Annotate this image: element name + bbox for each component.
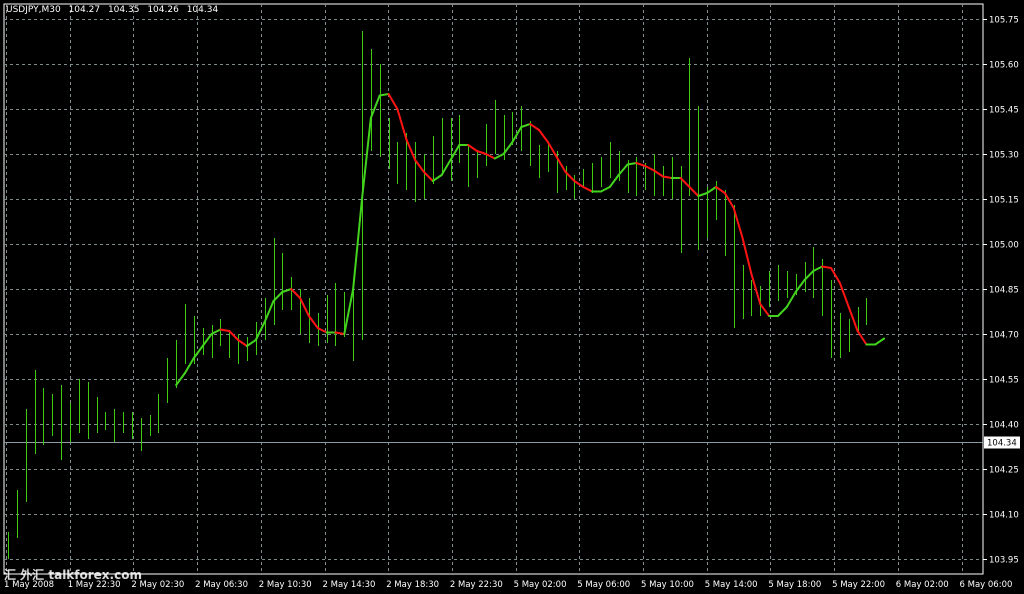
price-tick-label: 105.45 xyxy=(989,106,1019,116)
price-tick-label: 103.95 xyxy=(989,556,1019,566)
chart-canvas[interactable]: 105.75 105.60 105.45 105.30 105.15 105.00 104.… xyxy=(0,0,1024,594)
time-tick-label: 2 May 22:30 xyxy=(450,580,503,590)
price-tick-label: 104.70 xyxy=(989,331,1019,341)
price-tick-label: 104.10 xyxy=(989,511,1019,521)
price-tick-label: 104.25 xyxy=(989,466,1019,476)
close-price: 104.34 xyxy=(186,5,219,15)
current-price-label: 104.34 xyxy=(987,439,1017,449)
price-tick-label: 105.75 xyxy=(989,16,1019,26)
time-tick-label: 5 May 10:00 xyxy=(641,580,694,590)
time-tick-label: 5 May 14:00 xyxy=(705,580,758,590)
time-tick-label: 2 May 06:30 xyxy=(195,580,248,590)
time-tick-label: 2 May 14:30 xyxy=(323,580,376,590)
time-tick-label: 2 May 10:30 xyxy=(259,580,312,590)
price-tick-label: 105.30 xyxy=(989,151,1019,161)
watermark-logo: 汇 外汇 talkforex.com xyxy=(4,568,142,582)
high-price: 104.35 xyxy=(107,5,140,15)
chart-header: USDJPY,M30 104.27 104.35 104.26 104.34 xyxy=(6,5,223,15)
price-tick-label: 104.85 xyxy=(989,286,1019,296)
time-tick-label: 5 May 02:00 xyxy=(514,580,567,590)
time-tick-label: 5 May 18:00 xyxy=(768,580,821,590)
symbol-label: USDJPY,M30 xyxy=(6,5,61,15)
open-price: 104.27 xyxy=(68,5,101,15)
time-tick-label: 2 May 18:30 xyxy=(386,580,439,590)
price-tick-label: 105.60 xyxy=(989,61,1019,71)
time-tick-label: 6 May 06:00 xyxy=(960,580,1013,590)
time-tick-label: 5 May 06:00 xyxy=(577,580,630,590)
time-tick-label: 6 May 02:00 xyxy=(896,580,949,590)
price-tick-label: 104.55 xyxy=(989,376,1019,386)
low-price: 104.26 xyxy=(147,5,179,15)
price-chart[interactable]: 105.75 105.60 105.45 105.30 105.15 105.00 104.… xyxy=(0,0,1024,594)
price-tick-label: 105.15 xyxy=(989,196,1019,206)
price-tick-label: 104.40 xyxy=(989,421,1019,431)
price-tick-label: 105.00 xyxy=(989,241,1019,251)
time-tick-label: 5 May 22:00 xyxy=(832,580,885,590)
